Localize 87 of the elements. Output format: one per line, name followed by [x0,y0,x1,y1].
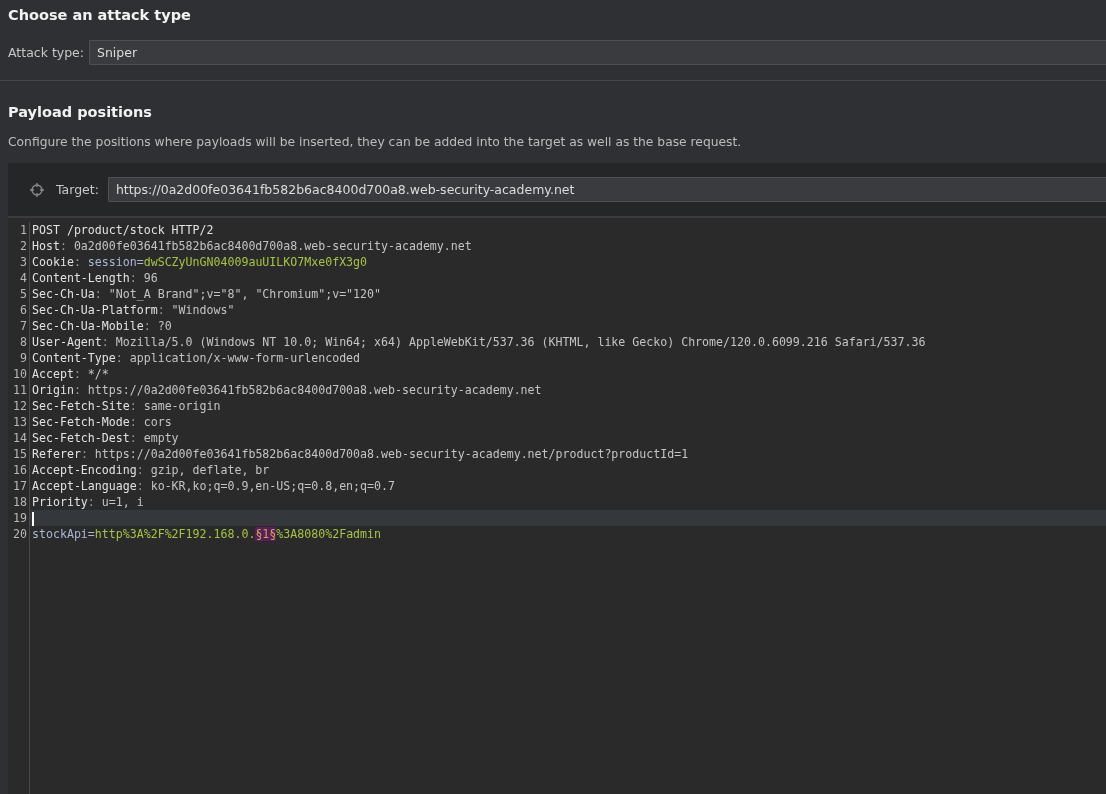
header-name: Accept [32,367,74,381]
header-value: same-origin [143,399,221,413]
header-name: Sec-Fetch-Mode [32,415,130,429]
header-name: Accept-Language [32,479,137,493]
header-value: "Not_A Brand";v="8", "Chromium";v="120" [108,287,382,301]
header-value: empty [143,431,179,445]
header-name: Cookie [32,255,74,269]
code-punctuation: : [59,239,68,253]
attack-type-label: Attack type: [8,45,84,60]
header-name: Sec-Ch-Ua [32,287,95,301]
header-name: Origin [32,383,74,397]
header-name: Sec-Ch-Ua-Mobile [32,319,144,333]
header-name: User-Agent [32,335,102,349]
header-value: Mozilla/5.0 (Windows NT 10.0; Win64; x64) AppleWebKit/537.36 (KHTML, like Gecko) Chrome/120.0.6099.216 Safari/537.36 [115,335,926,349]
code-text: POST /product/stock HTTP/2 [32,223,214,237]
attack-type-dropdown[interactable]: Sniper [89,40,1106,65]
code-punctuation: : [73,383,82,397]
target-field[interactable]: https://0a2d00fe03641fb582b6ac8400d700a8.web-security-academy.net [107,177,1106,202]
line-number: 5 [20,287,27,301]
code-punctuation: : [129,415,138,429]
text-cursor [32,511,34,526]
section-description: Configure the positions where payloads will be inserted, they can be added into the target as well as the base request. [8,135,743,149]
header-name: Content-Length [32,271,130,285]
header-value: */* [87,367,109,381]
parameter-value: http%3A%2F%2F192.168.0. [94,527,256,541]
parameter-value: dwSCZyUnGN04009auUILKO7Mxe0fX3g0 [143,255,368,269]
header-value: u=1, i [101,495,144,509]
line-number: 13 [13,415,27,429]
line-number: 8 [20,335,27,349]
line-number: 17 [13,479,27,493]
header-name: Content-Type [32,351,116,365]
header-name: Sec-Fetch-Dest [32,431,130,445]
line-number: 15 [13,447,27,461]
code-punctuation: : [115,351,124,365]
header-name: Sec-Ch-Ua-Platform [32,303,158,317]
code-punctuation: : [136,463,145,477]
line-number: 4 [20,271,27,285]
section-title: Payload positions [8,104,153,120]
code-punctuation: : [73,255,82,269]
header-value: application/x-www-form-urlencoded [129,351,361,365]
code-punctuation: : [80,447,89,461]
code-punctuation: : [73,367,82,381]
line-number: 14 [13,431,27,445]
line-number: 9 [20,351,27,365]
header-name: Priority [32,495,88,509]
code-punctuation: : [94,287,103,301]
target-label: Target: [56,182,99,197]
line-number: 10 [13,367,27,381]
line-number: 2 [20,239,27,253]
line-number: 1 [20,223,27,237]
header-value: https://0a2d00fe03641fb582b6ac8400d700a8.web-security-academy.net [87,383,542,397]
parameter-value: %3A8080%2Fadmin [276,527,382,541]
code-punctuation: : [143,319,152,333]
parameter-name: session= [87,255,144,269]
header-value: https://0a2d00fe03641fb582b6ac8400d700a8.web-security-academy.net/product?productId=1 [94,447,689,461]
header-name: Referer [32,447,81,461]
code-punctuation: : [157,303,166,317]
line-number: 11 [13,383,27,397]
code-punctuation: : [136,479,145,493]
line-number: 20 [13,527,27,541]
code-punctuation: : [101,335,110,349]
header-value: 0a2d00fe03641fb582b6ac8400d700a8.web-security-academy.net [73,239,472,253]
header-name: Sec-Fetch-Site [32,399,130,413]
header-value: ?0 [157,319,172,333]
section-title: Choose an attack type [8,7,192,23]
header-value: cors [143,415,172,429]
payload-marker: §1§ [255,527,277,541]
line-number: 7 [20,319,27,333]
code-punctuation: : [129,431,138,445]
request-editor[interactable] [8,216,1106,794]
line-number: 12 [13,399,27,413]
line-number: 16 [13,463,27,477]
crosshair-icon [29,181,45,198]
header-value: "Windows" [171,303,235,317]
line-number: 6 [20,303,27,317]
header-name: Host [32,239,60,253]
header-value: 96 [143,271,158,285]
header-value: ko-KR,ko;q=0.9,en-US;q=0.8,en;q=0.7 [150,479,395,493]
line-number: 18 [13,495,27,509]
header-name: Accept-Encoding [32,463,137,477]
line-number: 3 [20,255,27,269]
code-punctuation: : [129,271,138,285]
code-punctuation: : [129,399,138,413]
header-value: gzip, deflate, br [150,463,270,477]
line-number: 19 [13,511,27,525]
parameter-name: stockApi= [32,527,95,541]
code-punctuation: : [87,495,96,509]
